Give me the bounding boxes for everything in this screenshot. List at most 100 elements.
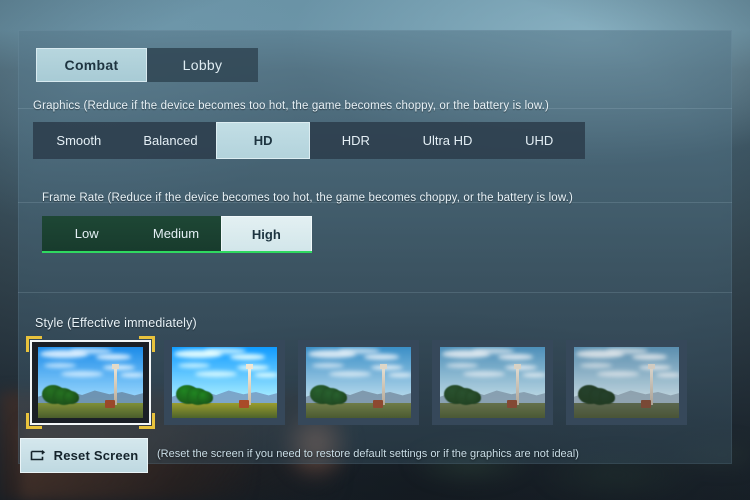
preview-ground bbox=[172, 403, 277, 418]
preview-cloud bbox=[605, 347, 648, 355]
graphics-option-ultra-hd-label: Ultra HD bbox=[422, 133, 473, 148]
preview-cloud bbox=[655, 372, 679, 377]
style-thumbnail-2[interactable] bbox=[164, 340, 285, 425]
style-thumbnail-1[interactable] bbox=[26, 336, 155, 429]
tab-combat-label: Combat bbox=[64, 57, 119, 73]
preview-structure bbox=[507, 399, 518, 408]
preview-tower-top bbox=[514, 364, 522, 370]
graphics-option-smooth[interactable]: Smooth bbox=[33, 122, 125, 159]
preview-ground bbox=[38, 403, 143, 418]
settings-tabs: Combat Lobby bbox=[36, 48, 258, 82]
preview-structure bbox=[105, 399, 116, 408]
reset-screen-button-label: Reset Screen bbox=[53, 448, 139, 463]
preview-tower-top bbox=[246, 364, 254, 370]
preview-cloud bbox=[44, 362, 76, 368]
preview-ground bbox=[574, 403, 679, 418]
selection-corner-tr-icon bbox=[139, 336, 155, 352]
preview-cloud bbox=[253, 372, 277, 377]
reset-screen-hint: (Reset the screen if you need to restore… bbox=[157, 448, 579, 460]
frame-rate-option-low-label: Low bbox=[74, 226, 99, 241]
reset-screen-icon bbox=[30, 450, 45, 461]
preview-tree bbox=[197, 391, 213, 404]
preview-tower-top bbox=[648, 364, 656, 370]
style-preview-image bbox=[38, 347, 143, 418]
graphics-options: Smooth Balanced HD HDR Ultra HD UHD bbox=[33, 122, 585, 159]
selection-corner-bl-icon bbox=[26, 413, 42, 429]
reset-screen-button[interactable]: Reset Screen bbox=[20, 438, 148, 473]
preview-cloud bbox=[329, 371, 372, 377]
preview-tower-top bbox=[380, 364, 388, 370]
divider-bottom bbox=[18, 292, 732, 293]
preview-cloud bbox=[363, 354, 400, 360]
style-preview-image bbox=[574, 347, 679, 418]
selection-corner-br-icon bbox=[139, 413, 155, 429]
style-preview-image bbox=[172, 347, 277, 418]
graphics-option-hd[interactable]: HD bbox=[216, 122, 311, 159]
frame-rate-option-high-label: High bbox=[251, 226, 281, 242]
preview-ground bbox=[306, 403, 411, 418]
preview-tower-top bbox=[112, 364, 120, 370]
tab-lobby[interactable]: Lobby bbox=[147, 48, 258, 82]
graphics-option-hdr[interactable]: HDR bbox=[310, 122, 402, 159]
frame-rate-option-medium-label: Medium bbox=[152, 226, 200, 241]
style-thumbnail-frame bbox=[432, 340, 553, 425]
graphics-option-balanced[interactable]: Balanced bbox=[125, 122, 217, 159]
preview-tree bbox=[63, 391, 79, 404]
preview-cloud bbox=[195, 371, 238, 377]
preview-cloud bbox=[119, 372, 143, 377]
game-settings-screen: Combat Lobby Graphics (Reduce if the dev… bbox=[0, 0, 750, 500]
preview-cloud bbox=[446, 362, 478, 368]
preview-cloud bbox=[178, 362, 210, 368]
preview-tree bbox=[331, 391, 347, 404]
style-preview-image bbox=[306, 347, 411, 418]
preview-cloud bbox=[229, 354, 266, 360]
graphics-option-ultra-hd[interactable]: Ultra HD bbox=[402, 122, 494, 159]
preview-cloud bbox=[337, 347, 380, 355]
style-thumbnail-frame bbox=[164, 340, 285, 425]
preview-cloud bbox=[463, 371, 506, 377]
preview-cloud bbox=[631, 354, 668, 360]
style-thumbnail-4[interactable] bbox=[432, 340, 553, 425]
preview-cloud bbox=[69, 347, 112, 355]
preview-ground bbox=[440, 403, 545, 418]
preview-cloud bbox=[521, 372, 545, 377]
preview-cloud bbox=[95, 354, 132, 360]
preview-tree bbox=[599, 391, 615, 404]
graphics-section-label: Graphics (Reduce if the device becomes t… bbox=[33, 100, 549, 112]
style-preview-image bbox=[440, 347, 545, 418]
style-thumbnail-frame bbox=[566, 340, 687, 425]
graphics-option-uhd[interactable]: UHD bbox=[493, 122, 585, 159]
tab-lobby-label: Lobby bbox=[182, 57, 223, 73]
preview-tree bbox=[465, 391, 481, 404]
preview-cloud bbox=[387, 372, 411, 377]
preview-cloud bbox=[497, 354, 534, 360]
preview-cloud bbox=[597, 371, 640, 377]
preview-cloud bbox=[580, 362, 612, 368]
graphics-option-hdr-label: HDR bbox=[341, 133, 370, 148]
style-thumbnail-5[interactable] bbox=[566, 340, 687, 425]
style-thumbnail-3[interactable] bbox=[298, 340, 419, 425]
frame-rate-option-low[interactable]: Low bbox=[42, 216, 131, 251]
graphics-option-balanced-label: Balanced bbox=[143, 133, 198, 148]
frame-rate-options: Low Medium High bbox=[42, 216, 312, 253]
preview-structure bbox=[239, 399, 250, 408]
preview-cloud bbox=[61, 371, 104, 377]
frame-rate-option-medium[interactable]: Medium bbox=[131, 216, 220, 251]
style-thumbnail-frame bbox=[298, 340, 419, 425]
tab-combat[interactable]: Combat bbox=[36, 48, 147, 82]
preview-structure bbox=[373, 399, 384, 408]
graphics-option-uhd-label: UHD bbox=[525, 133, 554, 148]
style-thumbnail-list bbox=[26, 336, 687, 429]
settings-panel: Combat Lobby Graphics (Reduce if the dev… bbox=[18, 30, 732, 464]
preview-cloud bbox=[312, 362, 344, 368]
preview-cloud bbox=[203, 347, 246, 355]
graphics-option-smooth-label: Smooth bbox=[56, 133, 102, 148]
frame-rate-section-label: Frame Rate (Reduce if the device becomes… bbox=[42, 192, 573, 204]
style-section-label: Style (Effective immediately) bbox=[35, 316, 197, 330]
style-thumbnail-frame bbox=[30, 340, 151, 425]
frame-rate-option-high[interactable]: High bbox=[220, 216, 312, 251]
graphics-option-hd-label: HD bbox=[253, 133, 273, 148]
preview-cloud bbox=[471, 347, 514, 355]
preview-structure bbox=[641, 399, 652, 408]
selection-corner-tl-icon bbox=[26, 336, 42, 352]
